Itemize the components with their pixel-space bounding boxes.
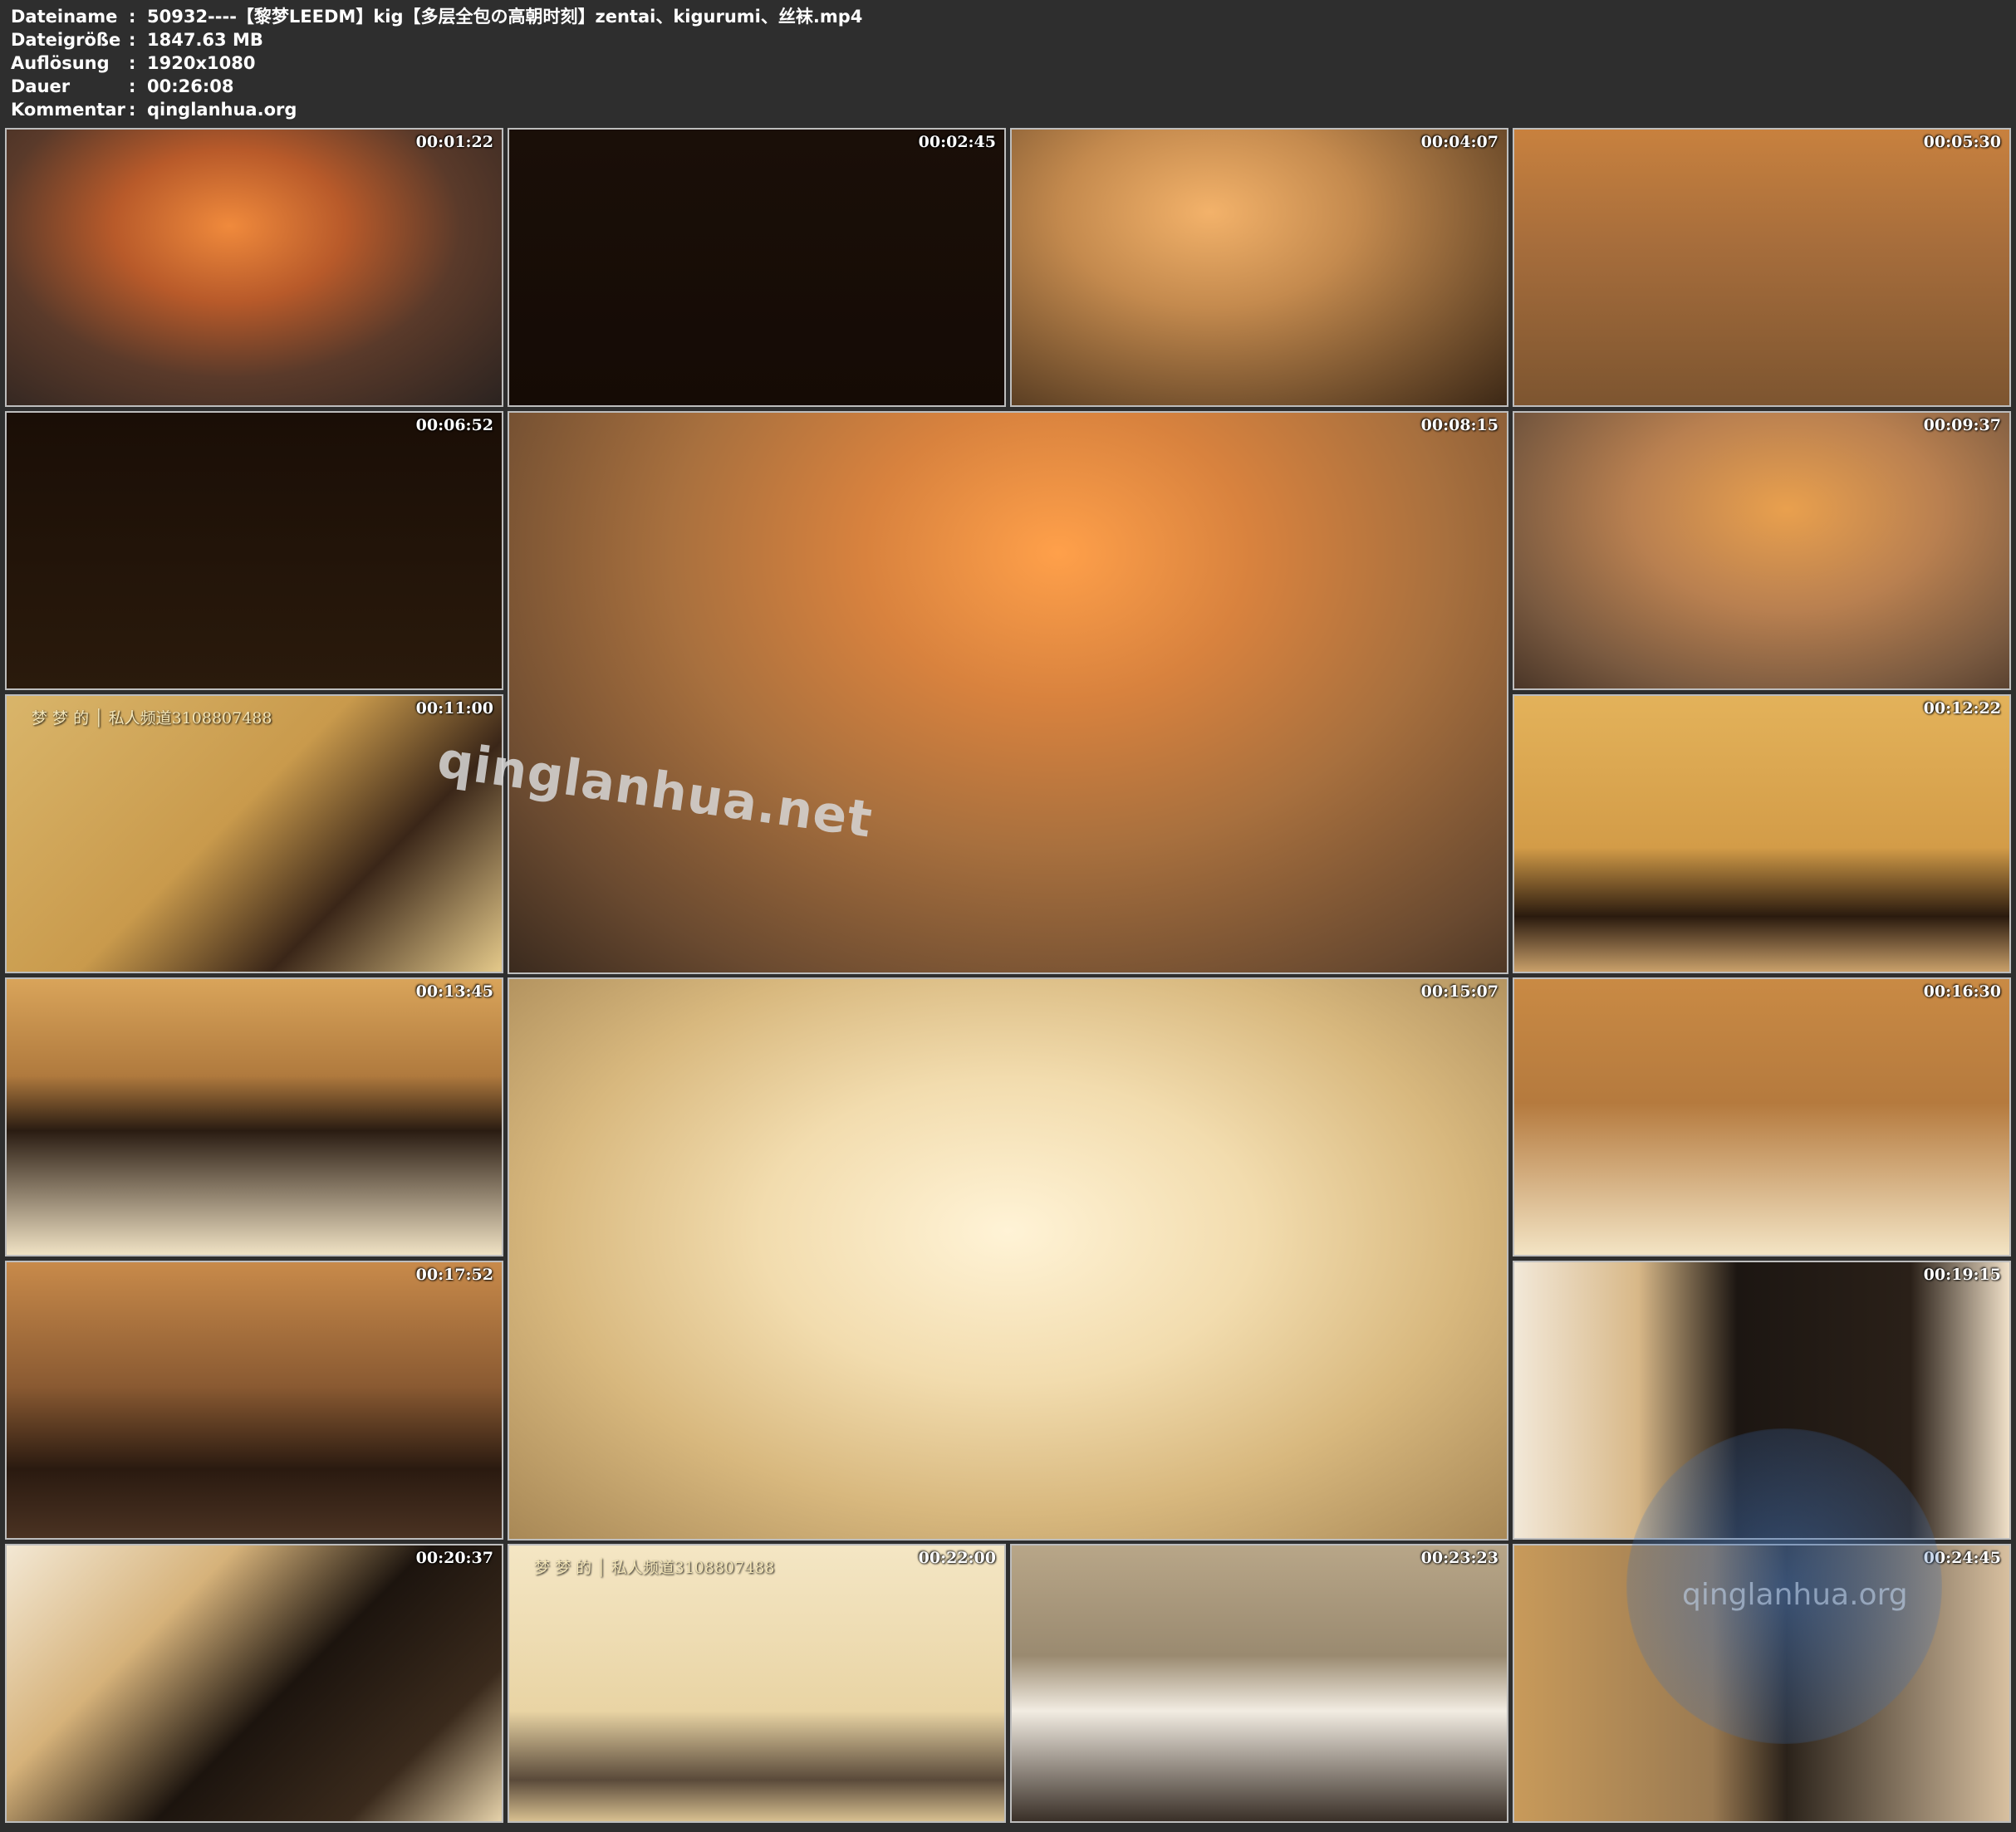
resolution-value: 1920x1080 xyxy=(147,53,256,73)
filename-value: 50932----【黎梦LEEDM】kig【多层全包の高朝时刻】zentai、k… xyxy=(147,7,863,27)
thumbnail-timestamp: 00:22:00 xyxy=(918,1549,996,1567)
thumbnail-1: 00:01:22 xyxy=(5,128,503,407)
comment-label: Kommentar xyxy=(11,100,125,120)
filesize-label: Dateigröße xyxy=(11,30,121,50)
thumbnail-timestamp: 00:04:07 xyxy=(1420,133,1499,151)
thumbnail-2: 00:02:45 xyxy=(508,128,1006,407)
channel-overlay: 梦 梦 的 │ 私人频道3108807488 xyxy=(32,709,272,727)
thumbnail-timestamp: 00:12:22 xyxy=(1923,699,2001,718)
duration-colon: : xyxy=(129,76,136,96)
corner-watermark-text: qinglanhua.org xyxy=(1682,1578,1908,1612)
thumbnail-7: 00:09:37 xyxy=(1513,411,2011,690)
filesize-colon: : xyxy=(129,30,136,50)
thumbnail-large-1: 00:08:15 xyxy=(508,411,1508,974)
thumbnail-timestamp: 00:05:30 xyxy=(1923,133,2001,151)
channel-overlay: 梦 梦 的 │ 私人频道3108807488 xyxy=(534,1559,775,1577)
thumbnail-timestamp: 00:23:23 xyxy=(1420,1549,1499,1567)
thumbnail-timestamp: 00:20:37 xyxy=(415,1549,493,1567)
filesize-value: 1847.63 MB xyxy=(147,30,263,50)
resolution-colon: : xyxy=(129,53,136,73)
thumbnail-16: 梦 梦 的 │ 私人频道3108807488 00:22:00 xyxy=(508,1544,1006,1823)
thumbnail-8: 梦 梦 的 │ 私人频道3108807488 00:11:00 xyxy=(5,694,503,973)
thumbnail-timestamp: 00:08:15 xyxy=(1420,416,1499,434)
comment-value: qinglanhua.org xyxy=(147,100,297,120)
thumbnail-timestamp: 00:02:45 xyxy=(918,133,996,151)
thumbnail-timestamp: 00:15:07 xyxy=(1420,982,1499,1001)
duration-label: Dauer xyxy=(11,76,71,96)
thumbnail-timestamp: 00:19:15 xyxy=(1923,1266,2001,1284)
thumbnail-4: 00:05:30 xyxy=(1513,128,2011,407)
thumbnail-15: 00:20:37 xyxy=(5,1544,503,1823)
thumbnail-large-2: 00:15:07 xyxy=(508,977,1508,1541)
thumbnail-17: 00:23:23 xyxy=(1010,1544,1508,1823)
thumbnail-timestamp: 00:01:22 xyxy=(415,133,493,151)
thumbnail-timestamp: 00:16:30 xyxy=(1923,982,2001,1001)
thumbnail-3: 00:04:07 xyxy=(1010,128,1508,407)
thumbnail-5: 00:06:52 xyxy=(5,411,503,690)
thumbnail-13: 00:17:52 xyxy=(5,1261,503,1540)
filename-label: Dateiname xyxy=(11,7,118,27)
thumbnail-timestamp: 00:09:37 xyxy=(1923,416,2001,434)
duration-value: 00:26:08 xyxy=(147,76,234,96)
comment-colon: : xyxy=(129,100,136,120)
file-info-header: Dateiname : 50932----【黎梦LEEDM】kig【多层全包の高… xyxy=(0,0,2016,125)
thumbnail-timestamp: 00:11:00 xyxy=(415,699,493,718)
thumbnail-9: 00:12:22 xyxy=(1513,694,2011,973)
thumbnail-timestamp: 00:13:45 xyxy=(415,982,493,1001)
thumbnail-12: 00:16:30 xyxy=(1513,977,2011,1256)
filename-colon: : xyxy=(129,7,136,27)
thumbnail-timestamp: 00:06:52 xyxy=(415,416,493,434)
thumbnail-10: 00:13:45 xyxy=(5,977,503,1256)
resolution-label: Auflösung xyxy=(11,53,110,73)
thumbnail-timestamp: 00:17:52 xyxy=(415,1266,493,1284)
